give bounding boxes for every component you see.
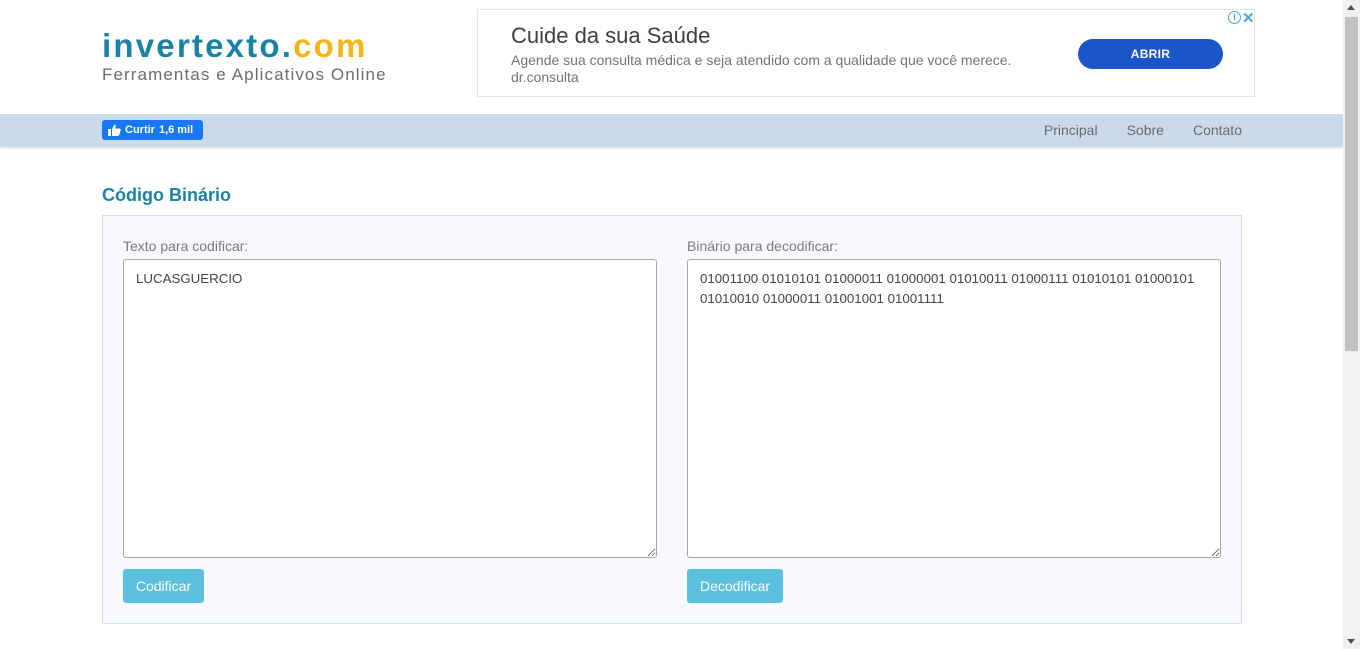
ad-open-button[interactable]: ABRIR bbox=[1078, 39, 1223, 69]
scroll-thumb[interactable] bbox=[1345, 17, 1358, 351]
logo-name: invertexto bbox=[102, 27, 282, 64]
ad-title[interactable]: Cuide da sua Saúde bbox=[511, 23, 710, 49]
ad-close-icon[interactable]: ✕ bbox=[1242, 9, 1255, 27]
encode-textarea[interactable]: LUCASGUERCIO bbox=[123, 259, 657, 558]
thumbs-up-icon bbox=[108, 124, 121, 136]
ad-description: Agende sua consulta médica e seja atendi… bbox=[511, 52, 1041, 86]
logo-tld: com bbox=[293, 27, 368, 64]
scroll-up-arrow-icon[interactable] bbox=[1347, 5, 1355, 10]
converter-panel: Texto para codificar: LUCASGUERCIO Codif… bbox=[102, 215, 1242, 624]
logo-dot: . bbox=[281, 27, 294, 64]
nav-links: Principal Sobre Contato bbox=[1015, 114, 1242, 146]
nav-link-contato[interactable]: Contato bbox=[1193, 122, 1242, 138]
like-count: 1,6 mil bbox=[158, 124, 194, 136]
like-label: Curtir bbox=[125, 124, 155, 136]
site-logo[interactable]: invertexto.com Ferramentas e Aplicativos… bbox=[102, 28, 387, 85]
nav-link-principal[interactable]: Principal bbox=[1044, 122, 1098, 138]
nav-bar: Curtir 1,6 mil Principal Sobre Contato bbox=[0, 114, 1343, 146]
ad-info-icon[interactable]: i bbox=[1228, 11, 1241, 24]
scroll-down-arrow-icon[interactable] bbox=[1347, 639, 1355, 644]
ad-banner[interactable]: Cuide da sua Saúde Agende sua consulta m… bbox=[477, 9, 1255, 97]
page-scrollbar[interactable] bbox=[1343, 0, 1360, 649]
decode-label: Binário para decodificar: bbox=[687, 238, 838, 254]
encode-label: Texto para codificar: bbox=[123, 238, 249, 254]
ad-domain: dr.consulta bbox=[511, 69, 579, 85]
logo-tagline: Ferramentas e Aplicativos Online bbox=[102, 65, 387, 84]
facebook-like-button[interactable]: Curtir 1,6 mil bbox=[102, 120, 204, 140]
logo-title: invertexto.com bbox=[102, 28, 387, 64]
ad-description-text: Agende sua consulta médica e seja atendi… bbox=[511, 52, 1012, 68]
encode-button[interactable]: Codificar bbox=[123, 569, 204, 603]
nav-link-sobre[interactable]: Sobre bbox=[1127, 122, 1164, 138]
page-title: Código Binário bbox=[102, 185, 231, 205]
decode-button[interactable]: Decodificar bbox=[687, 569, 783, 603]
decode-textarea[interactable]: 01001100 01010101 01000011 01000001 0101… bbox=[687, 259, 1221, 558]
site-header: invertexto.com Ferramentas e Aplicativos… bbox=[0, 0, 1344, 114]
